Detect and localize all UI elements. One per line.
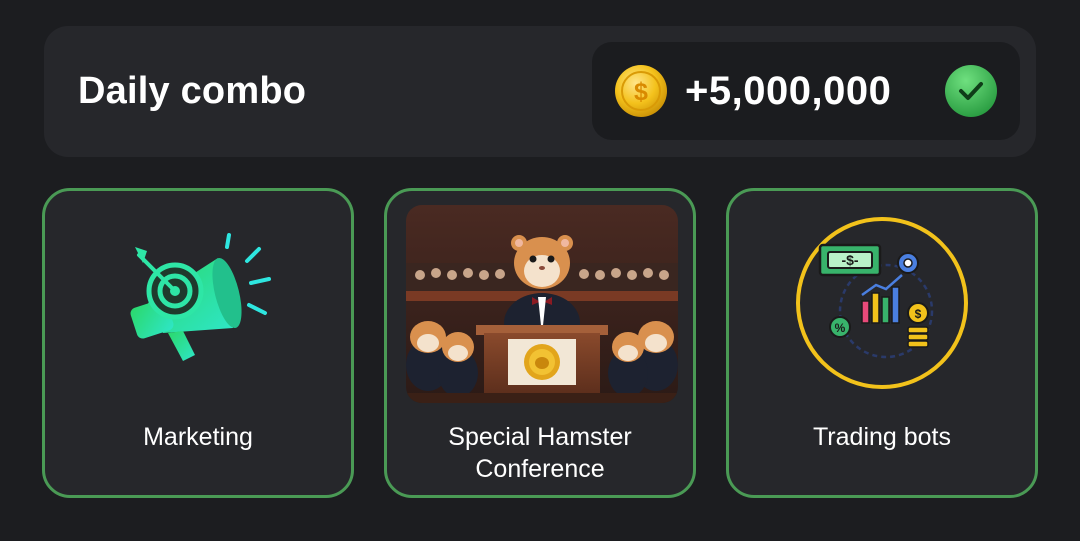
daily-combo-header: Daily combo $ +5,000,000 (44, 26, 1036, 157)
daily-combo-screen: Daily combo $ +5,000,000 Marketing Speci… (0, 0, 1080, 541)
hamster-conference-image (406, 205, 678, 403)
svg-text:-$-: -$- (841, 252, 858, 268)
svg-text:%: % (835, 321, 846, 335)
combo-card-marketing[interactable]: Marketing (42, 188, 354, 498)
reward-amount: +5,000,000 (685, 69, 892, 113)
trading-bots-icon: -$- % $ (796, 217, 968, 389)
combo-card-special-hamster-conference[interactable]: Special Hamster Conference (384, 188, 696, 498)
card-label: Marketing (143, 423, 253, 451)
megaphone-target-icon (130, 233, 271, 361)
reward-pill: $ +5,000,000 (592, 42, 1020, 140)
card-label: Special Hamster Conference (448, 423, 632, 483)
svg-text:$: $ (634, 78, 648, 106)
check-icon (945, 65, 997, 117)
card-label: Trading bots (812, 423, 952, 451)
daily-combo-title: Daily combo (78, 70, 307, 112)
hamster-conference-illustration (406, 205, 678, 403)
combo-card-trading-bots[interactable]: -$- % $ Trading bots (726, 188, 1038, 498)
coin-icon: $ (615, 65, 667, 117)
svg-text:$: $ (915, 307, 922, 321)
